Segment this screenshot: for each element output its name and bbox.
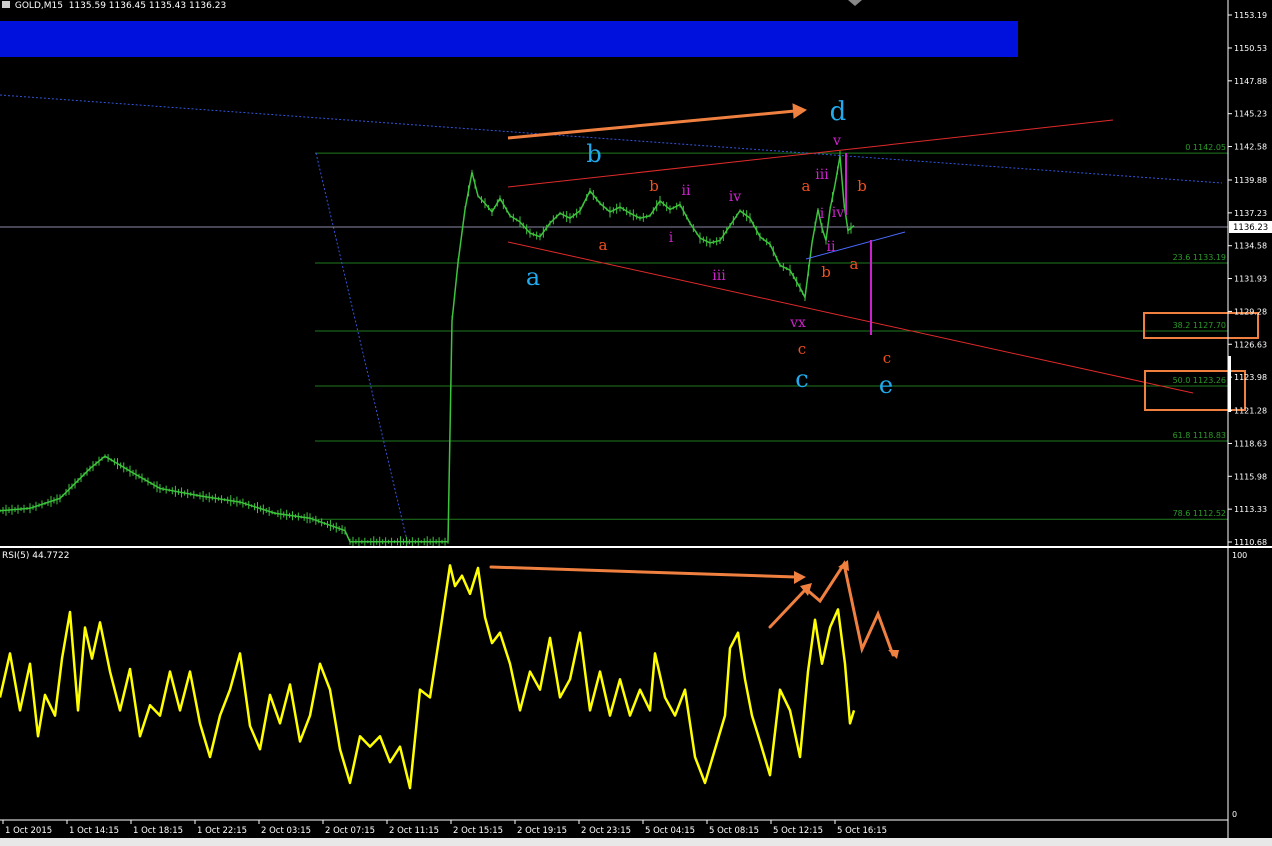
price-tick-label: 1131.93 — [1234, 275, 1267, 284]
wave-label: iv — [729, 189, 741, 205]
wave-label: a — [526, 263, 540, 291]
rsi-value: 44.7722 — [32, 551, 70, 561]
chart-header: GOLD,M15 1135.59 1136.45 1135.43 1136.23 — [2, 1, 226, 11]
price-tick-label: 1113.33 — [1234, 505, 1267, 514]
open-value: 1135.59 — [68, 1, 106, 11]
time-tick-label: 2 Oct 23:15 — [581, 826, 631, 836]
rsi-header: RSI(5) 44.7722 — [2, 551, 69, 561]
price-tick-label: 1110.68 — [1234, 538, 1267, 547]
wave-label: b — [857, 177, 867, 195]
wave-label: iii — [815, 167, 829, 183]
wave-label: ii — [682, 183, 691, 199]
rsi-tick-label: 0 — [1232, 810, 1237, 819]
wave-label: vx — [789, 315, 806, 331]
price-tick-label: 1129.28 — [1234, 307, 1267, 316]
fib-level-label: 78.6 1112.52 — [1173, 509, 1226, 518]
price-tick-label: 1115.98 — [1234, 472, 1267, 481]
wave-label: a — [599, 236, 608, 254]
wave-label: b — [821, 263, 831, 281]
wave-label: c — [795, 365, 808, 393]
price-tick-label: 1121.28 — [1234, 407, 1267, 416]
time-tick-label: 1 Oct 14:15 — [69, 826, 119, 836]
bottom-tab-bar[interactable] — [0, 838, 1272, 846]
price-tick-label: 1137.23 — [1234, 209, 1267, 218]
price-tick-label: 1147.88 — [1234, 77, 1267, 86]
wave-label: i — [669, 230, 674, 246]
rsi-label: RSI(5) — [2, 551, 30, 561]
price-tick-label: 1118.63 — [1234, 439, 1267, 448]
fib-level-label: 61.8 1118.83 — [1173, 431, 1226, 440]
rsi-tick-label: 100 — [1232, 551, 1247, 560]
current-price-label: 1136.23 — [1233, 223, 1268, 233]
wave-label: c — [798, 340, 806, 358]
price-tick-label: 1123.98 — [1234, 373, 1267, 382]
time-tick-label: 5 Oct 04:15 — [645, 826, 695, 836]
price-tick-label: 1134.58 — [1234, 242, 1267, 251]
time-tick-label: 1 Oct 18:15 — [133, 826, 183, 836]
low-value: 1135.43 — [148, 1, 187, 11]
price-tick-label: 1139.88 — [1234, 176, 1267, 185]
blue-zone — [0, 21, 1018, 57]
high-value: 1136.45 — [108, 1, 147, 11]
price-tick-label: 1126.63 — [1234, 340, 1267, 349]
fib-level-label: 38.2 1127.70 — [1173, 321, 1226, 330]
fib-level-label: 50.0 1123.26 — [1173, 376, 1226, 385]
wave-label: ii — [827, 239, 836, 255]
wave-label: a — [850, 255, 859, 273]
close-value: 1136.23 — [188, 1, 227, 11]
fib-level-label: 0 1142.05 — [1185, 143, 1226, 152]
wave-label: iv — [832, 205, 844, 221]
time-tick-label: 2 Oct 07:15 — [325, 826, 375, 836]
price-tick-label: 1153.19 — [1234, 11, 1267, 20]
wave-label: i — [820, 206, 825, 222]
wave-label: c — [883, 349, 891, 367]
wave-label: b — [586, 140, 601, 168]
wave-label: b — [649, 177, 659, 195]
trading-chart: 0 1142.05 23.6 1133.19 38.2 1127.70 50.0 11… — [0, 0, 1272, 846]
price-tick-label: 1150.53 — [1234, 44, 1267, 53]
wave-label: a — [802, 177, 811, 195]
time-tick-label: 1 Oct 22:15 — [197, 826, 247, 836]
price-tick-label: 1145.23 — [1234, 110, 1267, 119]
fib-level-label: 23.6 1133.19 — [1173, 253, 1226, 262]
wave-label: e — [879, 371, 893, 399]
symbol-timeframe: GOLD,M15 — [14, 1, 63, 11]
time-tick-label: 1 Oct 2015 — [5, 826, 52, 836]
time-tick-label: 2 Oct 03:15 — [261, 826, 311, 836]
chart-window-icon — [2, 1, 10, 8]
wave-label: iii — [712, 268, 726, 284]
time-tick-label: 5 Oct 08:15 — [709, 826, 759, 836]
scrollbar-right[interactable] — [1228, 356, 1231, 412]
price-tick-label: 1142.58 — [1234, 143, 1267, 152]
wave-label: d — [830, 97, 847, 127]
time-tick-label: 2 Oct 11:15 — [389, 826, 439, 836]
time-tick-label: 2 Oct 15:15 — [453, 826, 503, 836]
time-tick-label: 5 Oct 16:15 — [837, 826, 887, 836]
time-tick-label: 5 Oct 12:15 — [773, 826, 823, 836]
wave-label: v — [832, 133, 841, 149]
time-tick-label: 2 Oct 19:15 — [517, 826, 567, 836]
